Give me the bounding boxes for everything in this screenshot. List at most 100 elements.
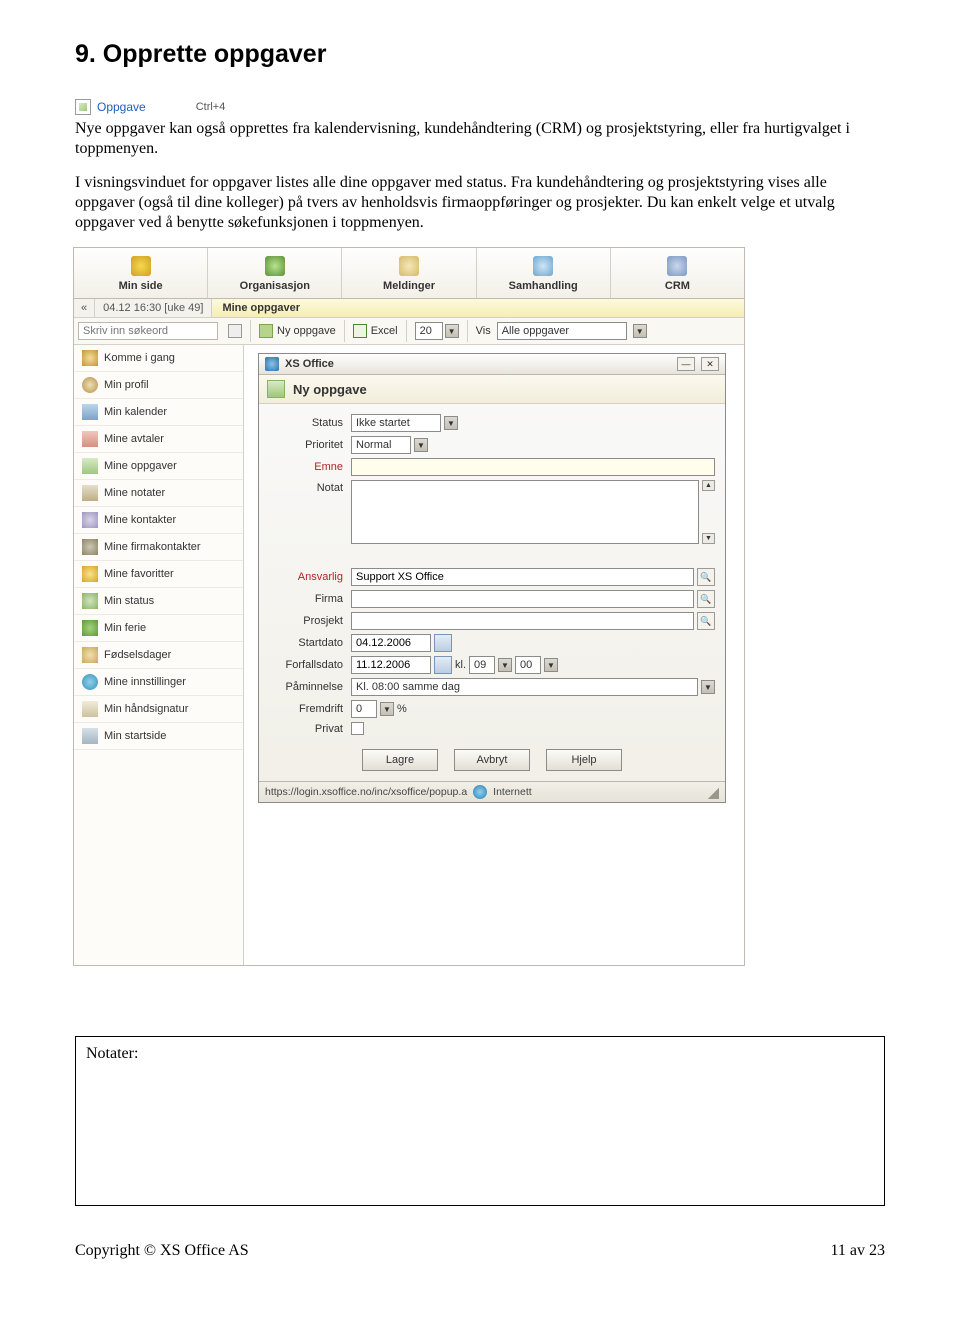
label-fremdrift: Fremdrift	[269, 703, 351, 715]
sidebar-item-min-status[interactable]: Min status	[74, 588, 243, 615]
label-privat: Privat	[269, 723, 351, 735]
appointment-icon	[82, 431, 98, 447]
label-firma: Firma	[269, 593, 351, 605]
minute-select[interactable]: 00	[515, 656, 541, 674]
tab-min-side[interactable]: Min side	[74, 248, 208, 298]
sidebar-item-mine-oppgaver[interactable]: Mine oppgaver	[74, 453, 243, 480]
filter-value: Alle oppgaver	[502, 325, 569, 337]
tab-label: Meldinger	[383, 280, 435, 292]
settings-icon	[82, 674, 98, 690]
task-icon	[82, 458, 98, 474]
vis-label: Vis	[476, 325, 491, 337]
avbryt-button[interactable]: Avbryt	[454, 749, 530, 771]
tab-label: Samhandling	[509, 280, 578, 292]
privat-checkbox[interactable]	[351, 722, 364, 735]
status-select[interactable]: Ikke startet	[351, 414, 441, 432]
lookup-button[interactable]: 🔍	[697, 590, 715, 608]
crm-icon	[667, 256, 687, 276]
binoculars-icon	[228, 324, 242, 338]
new-task-button[interactable]: Ny oppgave	[250, 320, 344, 342]
firma-input[interactable]	[351, 590, 694, 608]
sidebar-item-mine-firmakontakter[interactable]: Mine firmakontakter	[74, 534, 243, 561]
prioritet-value: Normal	[356, 439, 391, 451]
main-tabs: Min side Organisasjon Meldinger Samhandl…	[74, 248, 744, 299]
popup-window-title: XS Office	[285, 358, 334, 370]
lagre-button[interactable]: Lagre	[362, 749, 438, 771]
scroll-down-icon[interactable]: ▼	[702, 533, 715, 544]
collapse-chevron-icon[interactable]: «	[74, 299, 95, 317]
tab-crm[interactable]: CRM	[611, 248, 744, 298]
label-prioritet: Prioritet	[269, 439, 351, 451]
chevron-down-icon[interactable]: ▼	[633, 324, 647, 338]
notat-textarea[interactable]	[351, 480, 699, 544]
sidebar-item-label: Mine kontakter	[104, 514, 176, 526]
popup-form: Status Ikke startet ▼ Prioritet Normal ▼	[259, 404, 725, 781]
form-buttons: Lagre Avbryt Hjelp	[269, 749, 715, 771]
chevron-down-icon[interactable]: ▼	[498, 658, 512, 672]
sidebar-item-fodselsdager[interactable]: Fødselsdager	[74, 642, 243, 669]
resize-handle-icon[interactable]	[705, 785, 719, 799]
calendar-icon	[82, 404, 98, 420]
calendar-icon[interactable]	[434, 634, 452, 652]
tab-samhandling[interactable]: Samhandling	[477, 248, 611, 298]
popup-heading: Ny oppgave	[293, 382, 367, 397]
sidebar-item-min-ferie[interactable]: Min ferie	[74, 615, 243, 642]
minimize-button[interactable]: —	[677, 357, 695, 371]
search-button[interactable]	[220, 320, 250, 342]
sidebar-item-min-startside[interactable]: Min startside	[74, 723, 243, 750]
tab-meldinger[interactable]: Meldinger	[342, 248, 476, 298]
sidebar-item-min-kalender[interactable]: Min kalender	[74, 399, 243, 426]
tab-label: CRM	[665, 280, 690, 292]
fremdrift-select[interactable]: 0	[351, 700, 377, 718]
forfallsdato-input[interactable]	[351, 656, 431, 674]
search-input[interactable]	[78, 322, 218, 340]
company-contacts-icon	[82, 539, 98, 555]
sidebar-item-mine-notater[interactable]: Mine notater	[74, 480, 243, 507]
notes-box: Notater:	[75, 1036, 885, 1206]
filter-select[interactable]: Alle oppgaver	[497, 322, 627, 340]
sidebar-item-mine-avtaler[interactable]: Mine avtaler	[74, 426, 243, 453]
chevron-down-icon[interactable]: ▼	[701, 680, 715, 694]
sidebar-item-mine-kontakter[interactable]: Mine kontakter	[74, 507, 243, 534]
popup-header: Ny oppgave	[259, 375, 725, 404]
chevron-down-icon[interactable]: ▼	[414, 438, 428, 452]
chevron-down-icon[interactable]: ▼	[445, 324, 459, 338]
sidebar-item-mine-innstillinger[interactable]: Mine innstillinger	[74, 669, 243, 696]
start-icon	[82, 350, 98, 366]
sidebar-item-min-profil[interactable]: Min profil	[74, 372, 243, 399]
lookup-button[interactable]: 🔍	[697, 568, 715, 586]
sidebar-item-min-handsignatur[interactable]: Min håndsignatur	[74, 696, 243, 723]
date-bar: « 04.12 16:30 [uke 49] Mine oppgaver	[74, 299, 744, 318]
hour-select[interactable]: 09	[469, 656, 495, 674]
globe-icon	[473, 785, 487, 799]
minute-value: 00	[520, 659, 532, 671]
paminnelse-select[interactable]: Kl. 08:00 samme dag	[351, 678, 698, 696]
new-task-popup: XS Office — ✕ Ny oppgave Status Ik	[258, 353, 726, 803]
app-icon	[265, 357, 279, 371]
chevron-down-icon[interactable]: ▼	[380, 702, 394, 716]
prosjekt-input[interactable]	[351, 612, 694, 630]
sidebar-item-label: Komme i gang	[104, 352, 175, 364]
page-size-select[interactable]: 20 ▼	[406, 320, 467, 342]
emne-input[interactable]	[351, 458, 715, 476]
scroll-up-icon[interactable]: ▲	[702, 480, 715, 491]
task-icon	[75, 99, 91, 115]
label-forfallsdato: Forfallsdato	[269, 659, 351, 671]
hjelp-button[interactable]: Hjelp	[546, 749, 622, 771]
paminnelse-value: Kl. 08:00 samme dag	[356, 681, 460, 693]
startdato-input[interactable]	[351, 634, 431, 652]
sidebar-item-label: Min status	[104, 595, 154, 607]
close-button[interactable]: ✕	[701, 357, 719, 371]
lookup-button[interactable]: 🔍	[697, 612, 715, 630]
chevron-down-icon[interactable]: ▼	[444, 416, 458, 430]
prioritet-select[interactable]: Normal	[351, 436, 411, 454]
calendar-icon[interactable]	[434, 656, 452, 674]
chevron-down-icon[interactable]: ▼	[544, 658, 558, 672]
excel-button[interactable]: Excel	[344, 320, 406, 342]
status-url: https://login.xsoffice.no/inc/xsoffice/p…	[265, 786, 467, 798]
sidebar-item-komme-i-gang[interactable]: Komme i gang	[74, 345, 243, 372]
ansvarlig-input[interactable]	[351, 568, 694, 586]
tab-organisasjon[interactable]: Organisasjon	[208, 248, 342, 298]
sidebar-item-mine-favoritter[interactable]: Mine favoritter	[74, 561, 243, 588]
label-prosjekt: Prosjekt	[269, 615, 351, 627]
